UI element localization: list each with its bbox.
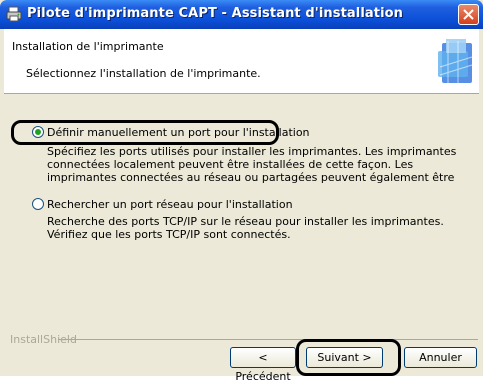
radio-network-port[interactable] [32, 198, 44, 210]
header-title: Installation de l'imprimante [12, 40, 164, 53]
back-button[interactable]: < Précédent [230, 347, 296, 383]
radio-manual-port[interactable] [32, 126, 44, 138]
option-description-manual-port: Spécifiez les ports utilisés pour instal… [47, 145, 457, 184]
cancel-button[interactable]: Annuler [404, 347, 477, 368]
option-description-network-port: Recherche des ports TCP/IP sur le réseau… [47, 215, 444, 241]
close-button[interactable] [458, 4, 479, 25]
printer-app-icon [6, 6, 22, 22]
footer-divider [58, 339, 478, 340]
close-icon [463, 9, 474, 20]
header-subtitle: Sélectionnez l'installation de l'imprima… [26, 67, 261, 80]
option-label-manual-port[interactable]: Définir manuellement un port pour l'inst… [47, 126, 310, 139]
installer-window: Pilote d'imprimante CAPT - Assistant d'i… [0, 0, 483, 383]
title-bar[interactable]: Pilote d'imprimante CAPT - Assistant d'i… [0, 0, 483, 29]
wizard-body: Définir manuellement un port pour l'inst… [4, 94, 479, 341]
option-label-network-port[interactable]: Rechercher un port réseau pour l'install… [47, 198, 293, 211]
window-title: Pilote d'imprimante CAPT - Assistant d'i… [27, 6, 404, 21]
wizard-header-art [438, 39, 473, 83]
next-button[interactable]: Suivant > [306, 347, 383, 368]
wizard-header: Installation de l'imprimante Sélectionne… [4, 29, 479, 94]
